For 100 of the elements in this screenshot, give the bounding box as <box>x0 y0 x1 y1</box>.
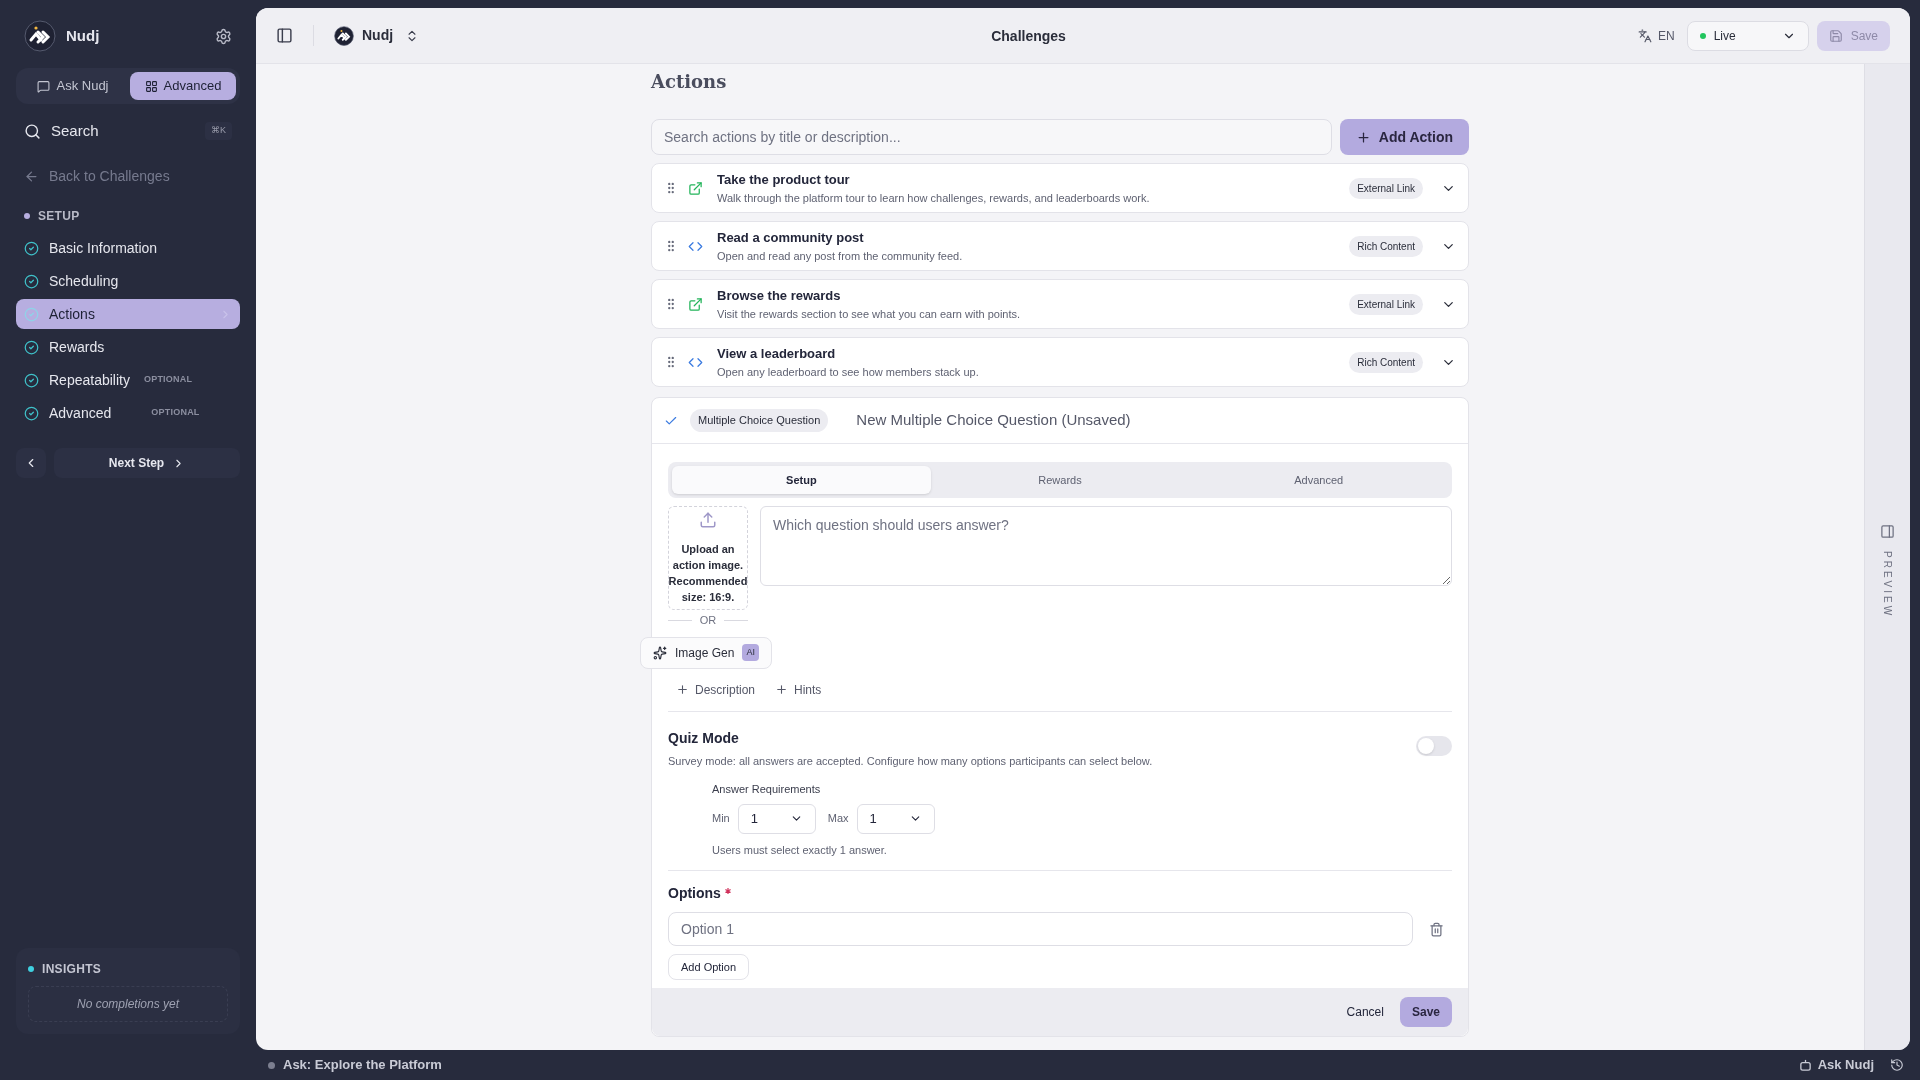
sidebar-toggle-icon[interactable] <box>276 27 293 44</box>
step-item[interactable]: Scheduling <box>16 266 240 296</box>
cancel-button[interactable]: Cancel <box>1346 1003 1384 1021</box>
action-description: Open any leaderboard to see how members stack up. <box>717 364 980 380</box>
type-tag: Rich Content <box>1349 235 1423 257</box>
action-description: Walk through the platform tour to learn how challenges, rewards, and leaderboards work. <box>717 190 1151 206</box>
step-item[interactable]: Rewards <box>16 332 240 362</box>
section-label: SETUP <box>38 208 80 225</box>
question-field[interactable]: Which question should users answer? <box>760 506 1452 586</box>
min-label: Min <box>712 811 730 827</box>
ask-prompt[interactable]: Ask: Explore the Platform <box>283 1055 1799 1075</box>
upload-area[interactable]: Upload an action image. Recommended size: 16:9. <box>668 506 748 610</box>
ask-nudj-button[interactable]: Ask Nudj <box>1798 1055 1874 1075</box>
action-title: Read a community post <box>717 229 865 247</box>
save-button: Save <box>1816 20 1890 51</box>
language-button[interactable]: EN <box>1637 26 1675 45</box>
empty-state: No completions yet <box>28 986 228 1022</box>
action-card[interactable]: Browse the rewards Visit the rewards section to see what you can earn with points. External Link <box>651 279 1469 329</box>
requirements-summary: Users must select exactly 1 answer. <box>712 842 888 858</box>
mode-tab[interactable]: Advanced <box>130 72 236 100</box>
action-card[interactable]: View a leaderboard Open any leaderboard to see how members stack up. Rich Content <box>651 337 1469 387</box>
search-item[interactable]: Search ⌘K <box>16 116 240 146</box>
type-tag: Multiple Choice Question <box>690 409 829 432</box>
chat-icon <box>37 79 51 93</box>
optional-tag: OPTIONAL <box>143 373 193 387</box>
plus-icon <box>676 683 689 696</box>
action-title: Browse the rewards <box>717 287 842 305</box>
action-description: Visit the rewards section to see what you can earn with points. <box>717 306 1022 322</box>
option-field[interactable]: Option 1 <box>668 912 1413 946</box>
action-title: Take the product tour <box>717 171 851 189</box>
preview-panel-icon <box>1880 524 1895 539</box>
preview-label: PREVIEW <box>1881 551 1894 619</box>
step-item[interactable]: Actions <box>16 299 240 329</box>
type-tag: External Link <box>1349 177 1423 199</box>
search-icon <box>24 122 41 140</box>
action-description: Open and read any post from the community feed. <box>717 248 964 264</box>
search-field[interactable]: Search actions by title or description... <box>651 119 1332 155</box>
step-label: Advanced <box>49 403 112 423</box>
options-title: Options <box>668 884 721 903</box>
translate-icon <box>1637 28 1652 43</box>
add-field-button[interactable]: Hints <box>775 680 822 699</box>
delete-icon[interactable] <box>1429 921 1444 937</box>
requirements-title: Answer Requirements <box>712 782 822 797</box>
status-select[interactable]: Live <box>1686 20 1809 51</box>
add-field-button[interactable]: Description <box>676 680 756 699</box>
step-item[interactable]: Advanced OPTIONAL <box>16 398 240 428</box>
workspace-name[interactable]: Nudj <box>362 25 394 46</box>
save-button[interactable]: Save <box>1399 997 1452 1027</box>
action-card[interactable]: Read a community post Open and read any post from the community feed. Rich Content <box>651 221 1469 271</box>
add-action-button[interactable]: Add Action <box>1339 119 1469 155</box>
image-gen-button[interactable]: Image Gen AI <box>640 636 772 669</box>
step-label: Repeatability <box>49 370 130 390</box>
section-heading: Actions <box>651 70 728 94</box>
external-link-icon <box>688 296 703 312</box>
optional-tag: OPTIONAL <box>151 406 200 420</box>
step-label: Scheduling <box>49 271 119 291</box>
editor-tab[interactable]: Rewards <box>930 466 1190 494</box>
quiz-title: Quiz Mode <box>668 728 740 748</box>
action-card[interactable]: Take the product tour Walk through the platform tour to learn how challenges, rewards, and leaderboards work. External Link <box>651 163 1469 213</box>
plus-icon <box>775 683 789 696</box>
save-icon <box>1828 28 1843 43</box>
page-title: Challenges <box>991 27 1066 44</box>
arrow-left-icon <box>24 169 39 184</box>
step-item[interactable]: Basic Information <box>16 233 240 263</box>
upload-hint: Upload an action image. Recommended size: 16:9. <box>668 542 748 605</box>
search-label: Search <box>51 120 100 141</box>
sparkles-icon <box>653 645 667 660</box>
brand-name: Nudj <box>66 25 101 46</box>
insights-title: INSIGHTS <box>42 961 102 978</box>
step-item[interactable]: Repeatability OPTIONAL <box>16 365 240 395</box>
robot-icon <box>1798 1058 1812 1072</box>
quiz-toggle[interactable] <box>1416 735 1452 756</box>
preview-panel[interactable]: PREVIEW <box>1864 64 1910 1050</box>
type-tag: Rich Content <box>1349 351 1423 373</box>
next-step-button[interactable]: Next Step <box>54 448 240 478</box>
workspace-logo-icon <box>334 25 354 46</box>
mode-tab[interactable]: Ask Nudj <box>20 72 126 100</box>
step-label: Rewards <box>49 337 105 357</box>
editor-tab[interactable]: Setup <box>672 466 931 494</box>
editor-tab[interactable]: Advanced <box>1189 466 1448 494</box>
settings-icon[interactable] <box>215 27 232 45</box>
upload-icon <box>699 511 717 529</box>
max-label: Max <box>827 811 849 827</box>
editor-title: New Multiple Choice Question (Unsaved) <box>856 410 1131 431</box>
ai-tag: AI <box>742 643 759 662</box>
add-option-button[interactable]: Add Option <box>668 954 750 980</box>
grid-icon <box>144 79 158 93</box>
logo-icon <box>24 20 56 52</box>
min-select[interactable]: 1 <box>737 803 816 834</box>
or-label: OR <box>699 613 717 628</box>
history-icon[interactable] <box>1890 1058 1904 1072</box>
max-select[interactable]: 1 <box>856 803 935 834</box>
action-title: View a leaderboard <box>717 345 837 363</box>
plus-icon <box>1355 129 1371 145</box>
type-tag: External Link <box>1349 293 1423 315</box>
external-link-icon <box>688 180 703 196</box>
shortcut-key: ⌘K <box>205 122 232 140</box>
quiz-description: Survey mode: all answers are accepted. Configure how many options participants can select below. <box>668 753 1154 769</box>
step-label: Actions <box>49 304 95 324</box>
step-label: Basic Information <box>49 238 158 258</box>
